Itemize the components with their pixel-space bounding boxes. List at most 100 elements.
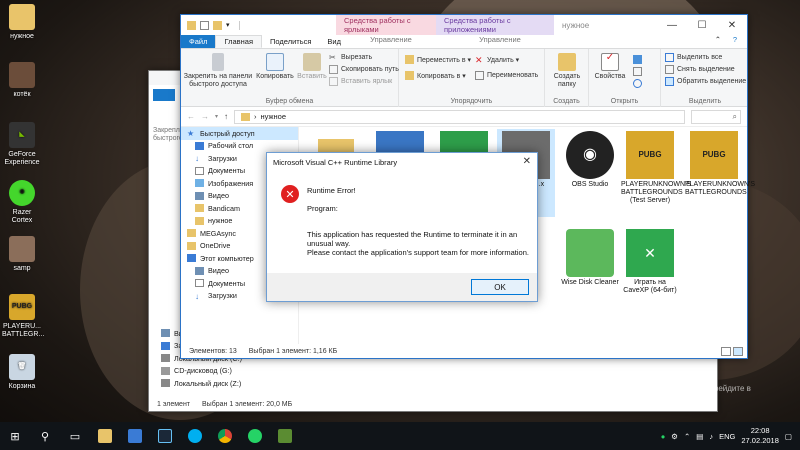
- group-label: Упорядочить: [450, 98, 493, 105]
- maximize-button[interactable]: ☐: [687, 15, 717, 35]
- help-icon[interactable]: ?: [725, 35, 745, 44]
- file-item[interactable]: Wise Disk Cleaner: [561, 227, 619, 315]
- delete-button[interactable]: ✕ Удалить ▾: [475, 55, 519, 65]
- desktop-icon-folder[interactable]: нужное: [2, 4, 42, 41]
- new-folder-icon[interactable]: [213, 20, 222, 30]
- button-label: Копировать в ▾: [417, 72, 466, 80]
- minecraft-icon[interactable]: [270, 422, 300, 450]
- ok-button[interactable]: OK: [471, 279, 529, 295]
- select-none-button[interactable]: Снять выделение: [665, 65, 735, 74]
- paste-shortcut-button[interactable]: Вставить ярлык: [329, 77, 392, 86]
- explorer-taskbar-icon[interactable]: [90, 422, 120, 450]
- large-icons-view-button[interactable]: [733, 347, 743, 356]
- minimize-button[interactable]: —: [657, 15, 687, 35]
- remote-desktop-icon[interactable]: [120, 422, 150, 450]
- caption-buttons: — ☐ ✕: [657, 15, 747, 35]
- desktop-icon-pubg[interactable]: PUBG PLAYERU... BATTLEGR...: [2, 294, 44, 339]
- move-to-button[interactable]: Переместить в ▾: [405, 55, 471, 64]
- copy-path-button[interactable]: Скопировать путь: [329, 65, 399, 74]
- skype-icon[interactable]: [180, 422, 210, 450]
- forward-arrow-icon[interactable]: →: [201, 112, 209, 121]
- tab-share[interactable]: Поделиться: [262, 35, 319, 48]
- history-button[interactable]: [633, 79, 642, 88]
- select-all-button[interactable]: Выделить все: [665, 53, 722, 62]
- desktop-icon-label: котёк: [13, 91, 31, 98]
- button-label: Вырезать: [341, 54, 373, 61]
- language-indicator[interactable]: ENG: [719, 432, 735, 441]
- desktop-icon-razer[interactable]: ✺ Razer Cortex: [2, 180, 42, 225]
- breadcrumb[interactable]: нужное: [261, 112, 286, 121]
- title-bar[interactable]: ▾ Средства работы с ярлыками Средства ра…: [181, 15, 747, 35]
- tab-home[interactable]: Главная: [215, 35, 262, 48]
- cut-button[interactable]: ✂ Вырезать: [329, 53, 372, 62]
- new-folder-button[interactable]: Создать папку: [547, 53, 587, 89]
- open-icon: [633, 55, 642, 64]
- file-item[interactable]: PUBG PLAYERUNKNOWN'S BATTLEGROUNDS: [685, 129, 755, 217]
- chevron-up-icon[interactable]: ⌃: [684, 432, 690, 441]
- clock[interactable]: 22:08 27.02.2018: [741, 426, 779, 446]
- nav-label: MEGAsync: [200, 228, 236, 238]
- video-icon: [161, 329, 170, 338]
- nav-item-desktop[interactable]: Рабочий стол: [181, 140, 298, 153]
- volume-icon[interactable]: ♪: [709, 432, 713, 441]
- rename-button[interactable]: Переименовать: [475, 71, 538, 80]
- chevron-down-icon[interactable]: ▾: [215, 113, 218, 120]
- chrome-icon[interactable]: [210, 422, 240, 450]
- edit-button[interactable]: [633, 67, 642, 76]
- whatsapp-tray-icon[interactable]: ●: [661, 432, 666, 441]
- error-message-line: Please contact the application's support…: [307, 248, 529, 257]
- file-item[interactable]: ✕ Играть на CaveXP (64-бит): [621, 227, 679, 315]
- tab-file[interactable]: Файл: [181, 35, 216, 48]
- context-tab-shortcut-tools: Средства работы с ярлыками: [336, 15, 436, 35]
- desktop-icon-samp[interactable]: samp: [2, 236, 42, 273]
- steam-icon[interactable]: [150, 422, 180, 450]
- desktop-icon-image[interactable]: котёк: [2, 62, 42, 99]
- properties-button[interactable]: ✓ Свойства: [593, 53, 627, 81]
- properties-icon[interactable]: [200, 20, 209, 30]
- button-label: Свойства: [594, 73, 626, 80]
- open-button[interactable]: [633, 55, 642, 64]
- search-input[interactable]: ⌕: [691, 109, 741, 124]
- pubg-test-icon: PUBG: [626, 131, 674, 179]
- dialog-title-bar[interactable]: Microsoft Visual C++ Runtime Library ✕: [267, 153, 537, 171]
- steam-tray-icon[interactable]: ⚙: [671, 432, 678, 441]
- desktop-icon-geforce[interactable]: ◣ GeForce Experience: [2, 122, 42, 167]
- pin-quick-access-button[interactable]: Закрепить на панели быстрого доступа: [183, 53, 253, 89]
- activation-watermark: Активация Windows Чтобы активировать Win…: [590, 370, 751, 404]
- nav-label: Документы: [208, 278, 246, 288]
- paste-button[interactable]: Вставить: [295, 53, 329, 81]
- group-label: Создать: [553, 98, 580, 105]
- tab-manage-shortcut[interactable]: Управление: [341, 35, 441, 44]
- breadcrumb-separator: ›: [254, 112, 257, 121]
- address-bar[interactable]: › нужное: [234, 109, 685, 124]
- close-button[interactable]: ✕: [717, 15, 747, 35]
- desktop-icon-recycle-bin[interactable]: 🗑 Корзина: [2, 354, 42, 391]
- chevron-down-icon[interactable]: ▾: [226, 21, 235, 30]
- task-view-icon[interactable]: ▭: [60, 422, 90, 450]
- pubg-icon: PUBG: [9, 294, 35, 320]
- samp-icon: [9, 236, 35, 262]
- back-nav-item[interactable]: CD-дисковод (G:): [155, 365, 295, 378]
- error-message-line: This application has requested the Runti…: [307, 230, 518, 239]
- details-view-button[interactable]: [721, 347, 731, 356]
- search-icon[interactable]: ⚲: [30, 422, 60, 450]
- network-icon[interactable]: ▤: [696, 432, 703, 441]
- notifications-icon[interactable]: ▢: [785, 432, 792, 441]
- runtime-error-dialog[interactable]: Microsoft Visual C++ Runtime Library ✕ ✕…: [266, 152, 538, 302]
- nav-quick-access[interactable]: ★ Быстрый доступ: [181, 127, 298, 140]
- menu-file-back[interactable]: [153, 89, 175, 101]
- start-button[interactable]: ⊞: [0, 422, 30, 450]
- back-arrow-icon[interactable]: ←: [187, 112, 195, 121]
- copy-button[interactable]: Копировать: [255, 53, 295, 81]
- file-item[interactable]: PUBG PLAYERUNKNOWN'S BATTLEGROUNDS (Test …: [621, 129, 691, 217]
- tab-manage-app[interactable]: Управление: [441, 35, 559, 44]
- copy-to-button[interactable]: Копировать в ▾: [405, 71, 466, 80]
- back-nav-item[interactable]: Локальный диск (Z:): [155, 377, 295, 390]
- close-button[interactable]: ✕: [523, 156, 531, 167]
- download-icon: ↓: [195, 291, 199, 301]
- whatsapp-icon[interactable]: [240, 422, 270, 450]
- file-item[interactable]: ◉ OBS Studio: [561, 129, 619, 217]
- invert-selection-button[interactable]: Обратить выделение: [665, 77, 746, 86]
- onedrive-icon: [187, 241, 196, 250]
- up-arrow-icon[interactable]: ↑: [224, 112, 228, 121]
